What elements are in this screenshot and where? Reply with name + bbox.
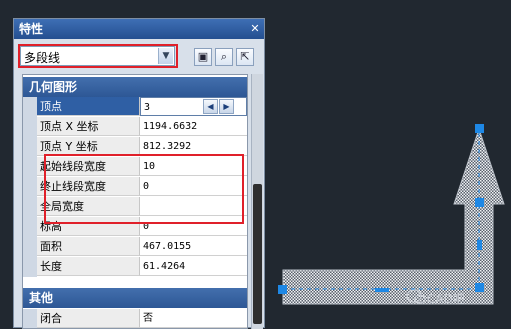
watermark-text: CAD吧	[427, 292, 465, 306]
polyline-arrow-shape[interactable]	[282, 127, 505, 305]
grip-vertex-corner[interactable]	[475, 283, 484, 292]
grip-midpoint-vertical[interactable]	[477, 240, 482, 250]
grip-vertex-arrow-base[interactable]	[475, 198, 484, 207]
grip-vertex-top[interactable]	[475, 124, 484, 133]
grip-midpoint[interactable]	[375, 288, 389, 292]
drawing-canvas[interactable]	[0, 0, 511, 328]
grip-vertex-start[interactable]	[278, 285, 287, 294]
wechat-icon	[406, 289, 426, 304]
